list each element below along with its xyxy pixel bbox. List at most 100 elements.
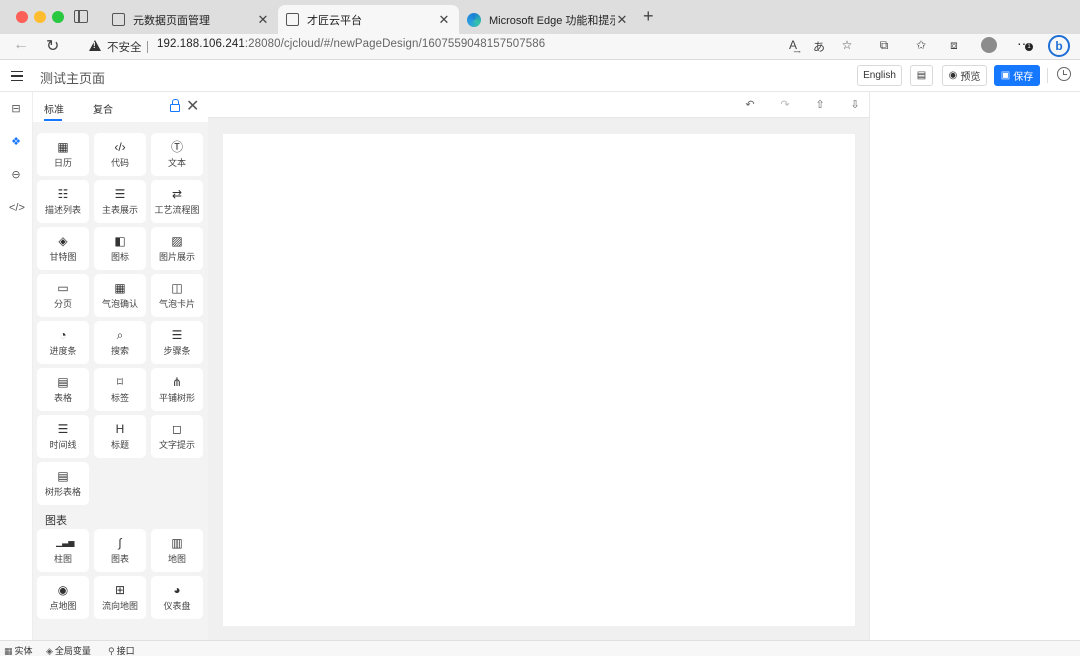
icon-component-icon: ◧: [114, 234, 126, 248]
component-item[interactable]: ▨ 图片展示: [151, 227, 203, 270]
close-tab-icon[interactable]: ✕: [615, 12, 629, 28]
component-item[interactable]: ‹/› 代码: [94, 133, 146, 176]
component-item[interactable]: ☰ 时间线: [37, 415, 89, 458]
close-icon[interactable]: ✕: [186, 96, 199, 116]
status-global-vars[interactable]: ◈ 全局变量: [46, 644, 91, 656]
link-icon: ⚲: [108, 646, 115, 656]
component-label: 树形表格: [44, 487, 81, 497]
component-item[interactable]: ◈ 甘特图: [37, 227, 89, 270]
design-workspace: ↶ ↷ ⇧ ⇩: [208, 92, 869, 640]
close-tab-icon[interactable]: ✕: [256, 12, 270, 28]
tab-composite[interactable]: 复合: [93, 101, 113, 116]
preview-button[interactable]: ◉ 预览: [942, 65, 987, 86]
status-global-vars-label: 全局变量: [54, 646, 91, 656]
save-button[interactable]: ▣ 保存: [994, 65, 1040, 86]
back-arrow-icon[interactable]: ←: [13, 36, 29, 54]
component-item[interactable]: ⋔ 平铺树形: [151, 368, 203, 411]
read-aloud-icon[interactable]: A͢: [784, 38, 802, 52]
component-item[interactable]: ∫ 图表: [94, 529, 146, 572]
component-item[interactable]: ▭ 分页: [37, 274, 89, 317]
favorites-icon[interactable]: ✩: [912, 38, 930, 52]
security-label[interactable]: 不安全: [107, 39, 142, 55]
component-label: 表格: [53, 393, 72, 403]
component-item[interactable]: Ⓣ 文本: [151, 133, 203, 176]
component-item[interactable]: H 标题: [94, 415, 146, 458]
component-item[interactable]: ▦ 日历: [37, 133, 89, 176]
code-icon[interactable]: </>: [9, 201, 25, 215]
component-label: 主表展示: [101, 205, 138, 215]
browser-tab-metadata[interactable]: 元数据页面管理 ✕: [104, 5, 278, 34]
status-api[interactable]: ⚲ 接口: [108, 644, 135, 656]
bar-chart-icon: ▁▃▅: [56, 538, 75, 547]
url-divider: [147, 41, 148, 53]
component-item[interactable]: ☷ 描述列表: [37, 180, 89, 223]
translate-icon[interactable]: あ: [810, 38, 828, 55]
component-item[interactable]: ☰ 步骤条: [151, 321, 203, 364]
component-item[interactable]: ◻ 文字提示: [151, 415, 203, 458]
browser-tab-edge-tips[interactable]: Microsoft Edge 功能和提示 ✕: [459, 5, 637, 34]
add-favorite-icon[interactable]: ☆: [838, 38, 856, 52]
component-label: 柱图: [53, 554, 72, 564]
page-icon: [286, 13, 299, 26]
language-button[interactable]: English: [857, 65, 902, 86]
component-item[interactable]: ◫ 气泡卡片: [151, 274, 203, 317]
datasource-icon[interactable]: ⊖: [9, 168, 23, 182]
component-label: 描述列表: [44, 205, 81, 215]
design-canvas[interactable]: [223, 134, 855, 626]
code-view-button[interactable]: ▤: [910, 65, 933, 86]
history-icon[interactable]: [1057, 67, 1071, 81]
component-item[interactable]: ⇄ 工艺流程图: [151, 180, 203, 223]
upload-icon[interactable]: ⇧: [813, 98, 827, 111]
component-label: 工艺流程图: [154, 205, 200, 215]
profile-avatar[interactable]: [981, 37, 997, 53]
component-label: 仪表盘: [163, 601, 191, 611]
warning-icon[interactable]: [89, 40, 101, 51]
browser-tab-active[interactable]: 才匠云平台 ✕: [278, 5, 459, 34]
download-icon[interactable]: ⇩: [848, 98, 862, 111]
component-item[interactable]: ▤ 树形表格: [37, 462, 89, 505]
component-label: 地图: [167, 554, 186, 564]
component-item[interactable]: ◕ 仪表盘: [151, 576, 203, 619]
tab-standard[interactable]: 标准: [44, 101, 64, 121]
status-entity[interactable]: ▦ 实体: [4, 644, 33, 656]
minimize-window-button[interactable]: [34, 11, 46, 23]
close-tab-icon[interactable]: ✕: [437, 12, 451, 28]
outline-icon[interactable]: ⊟: [9, 102, 23, 116]
tab-actions-icon[interactable]: [74, 10, 88, 23]
new-tab-icon[interactable]: +: [643, 6, 654, 27]
component-item[interactable]: ☰ 主表展示: [94, 180, 146, 223]
tag-icon: ⌑: [116, 375, 124, 389]
url-field[interactable]: 192.188.106.241:28080/cjcloud/#/newPageD…: [157, 38, 545, 50]
collections-icon[interactable]: ⧈: [945, 38, 963, 53]
menu-icon[interactable]: [11, 71, 23, 81]
reload-icon[interactable]: ↻: [46, 36, 59, 56]
chart-section-label: 图表: [45, 515, 67, 527]
components-icon[interactable]: ❖: [9, 135, 23, 149]
component-item[interactable]: ⌕ 搜索: [94, 321, 146, 364]
lock-icon[interactable]: [170, 99, 180, 112]
tab-title: Microsoft Edge 功能和提示: [489, 14, 615, 27]
panel-tabs: 标准 复合 ✕: [33, 92, 208, 122]
eye-icon: ◉: [948, 70, 958, 81]
gantt-icon: ◈: [58, 234, 68, 248]
component-item[interactable]: ◔ 进度条: [37, 321, 89, 364]
component-item[interactable]: ▦ 气泡确认: [94, 274, 146, 317]
map-icon: ▥: [171, 536, 183, 550]
extensions-icon[interactable]: ⧉: [875, 38, 893, 53]
flow-map-icon: ⊞: [114, 583, 126, 597]
variable-icon: ◈: [46, 646, 53, 656]
component-item[interactable]: ⌑ 标签: [94, 368, 146, 411]
component-item[interactable]: ◉ 点地图: [37, 576, 89, 619]
component-item[interactable]: ◧ 图标: [94, 227, 146, 270]
component-item[interactable]: ▤ 表格: [37, 368, 89, 411]
undo-icon[interactable]: ↶: [743, 98, 757, 111]
component-item[interactable]: ▁▃▅ 柱图: [37, 529, 89, 572]
maximize-window-button[interactable]: [52, 11, 64, 23]
component-item[interactable]: ⊞ 流向地图: [94, 576, 146, 619]
redo-icon[interactable]: ↷: [778, 98, 792, 111]
component-label: 进度条: [49, 346, 77, 356]
timeline-icon: ☰: [57, 422, 69, 436]
bing-chat-icon[interactable]: b: [1048, 35, 1070, 57]
component-item[interactable]: ▥ 地图: [151, 529, 203, 572]
close-window-button[interactable]: [16, 11, 28, 23]
